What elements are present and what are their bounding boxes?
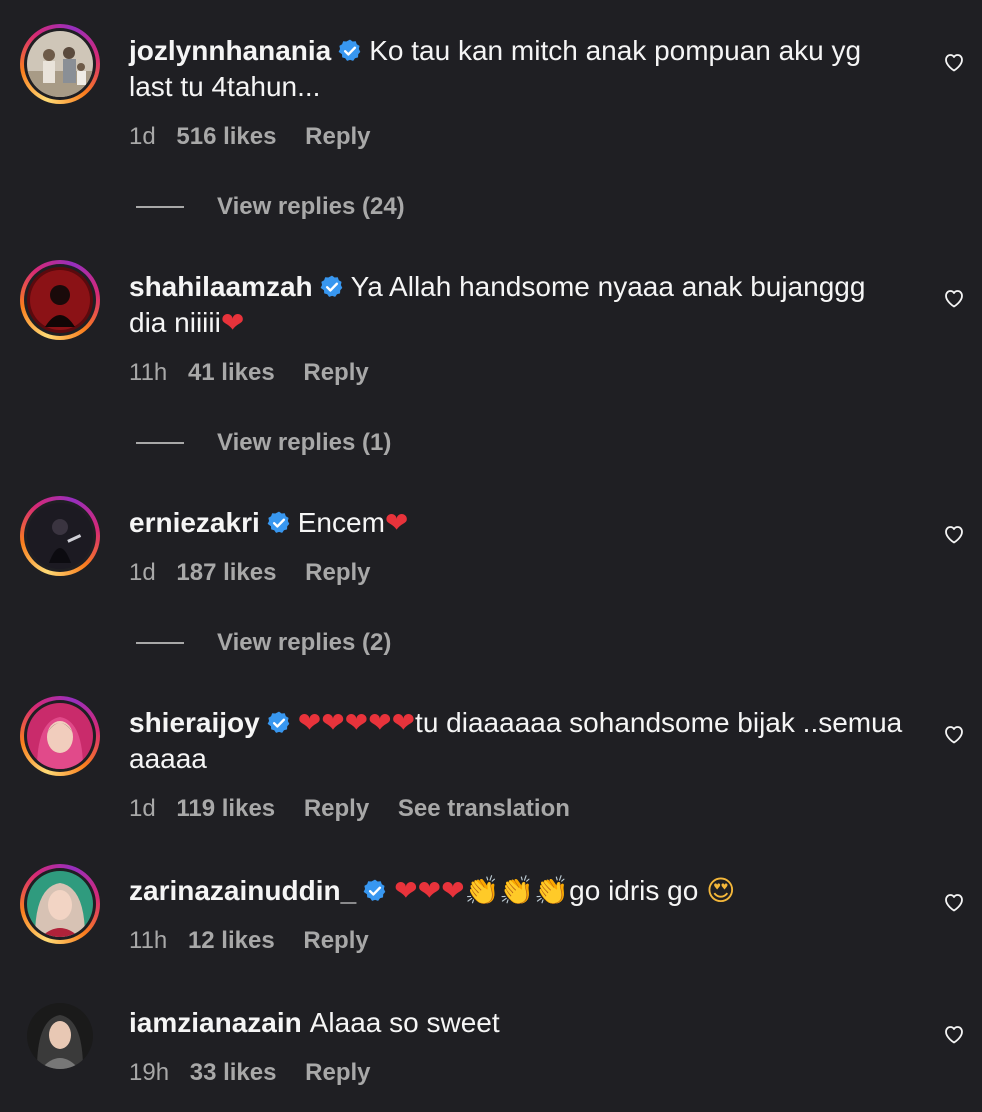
heart-outline-icon[interactable] [942, 890, 966, 914]
view-replies-button[interactable]: View replies (1) [136, 429, 391, 457]
reply-button[interactable]: Reply [304, 795, 369, 822]
comment-username[interactable]: erniezakri [129, 507, 260, 538]
comment-likes[interactable]: 12 likes [188, 927, 275, 954]
comment-time[interactable]: 1d [129, 559, 156, 586]
heart-outline-icon[interactable] [942, 286, 966, 310]
avatar[interactable] [20, 996, 100, 1076]
comment-body: Encem [297, 507, 385, 538]
comment-username[interactable]: shieraijoy [129, 707, 260, 738]
avatar-story-ring[interactable] [20, 496, 100, 576]
view-replies-label: View replies (24) [217, 193, 405, 220]
comment-body: go idris go [569, 875, 699, 906]
comment-username[interactable]: iamzianazain [129, 1007, 302, 1038]
comment-text: erniezakri Encem❤ [129, 505, 909, 541]
replies-divider [136, 442, 184, 444]
heart-eyes-emoji: 😍 [706, 874, 736, 907]
comment-text: zarinazainuddin_ ❤❤❤👏👏👏go idris go 😍 [129, 873, 909, 909]
comment-text: shieraijoy ❤❤❤❤❤tu diaaaaaa sohandsome bi… [129, 705, 909, 777]
avatar-image [27, 1003, 93, 1069]
avatar-story-ring[interactable] [20, 864, 100, 944]
avatar [27, 31, 93, 97]
red-heart-emoji: ❤ [384, 506, 409, 539]
comment-likes[interactable]: 41 likes [188, 359, 275, 386]
comment-username[interactable]: zarinazainuddin_ [129, 875, 356, 906]
red-heart-emoji: ❤❤❤ [394, 874, 465, 907]
reply-button[interactable]: Reply [305, 123, 370, 150]
verified-badge-icon [363, 879, 386, 901]
comment-likes[interactable]: 33 likes [190, 1059, 277, 1086]
comment-body: Alaaa so sweet [309, 1007, 500, 1038]
avatar [27, 871, 93, 937]
verified-badge-icon [267, 511, 290, 533]
comment-likes[interactable]: 187 likes [176, 559, 276, 586]
comment-time[interactable]: 19h [129, 1059, 169, 1086]
comment-meta: 1d 187 likes Reply [129, 559, 393, 587]
verified-badge-icon [267, 711, 290, 733]
comment-username[interactable]: jozlynnhanania [129, 35, 331, 66]
reply-button[interactable]: Reply [303, 927, 368, 954]
avatar [27, 503, 93, 569]
avatar-story-ring[interactable] [20, 260, 100, 340]
comment-meta: 1d 119 likes Reply See translation [129, 795, 570, 823]
comment-username[interactable]: shahilaamzah [129, 271, 313, 302]
avatar [27, 267, 93, 333]
reply-button[interactable]: Reply [305, 1059, 370, 1086]
comment-meta: 11h 41 likes Reply [129, 359, 391, 387]
clapping-hands-emoji: 👏👏👏 [464, 874, 570, 907]
comment-likes[interactable]: 516 likes [176, 123, 276, 150]
avatar [27, 703, 93, 769]
view-replies-button[interactable]: View replies (2) [136, 629, 391, 657]
heart-outline-icon[interactable] [942, 50, 966, 74]
comment-meta: 1d 516 likes Reply [129, 123, 393, 151]
verified-badge-icon [338, 39, 361, 61]
red-heart-emoji: ❤ [220, 306, 245, 339]
comment-text: iamzianazain Alaaa so sweet [129, 1005, 909, 1041]
comment-text: jozlynnhanania Ko tau kan mitch anak pomp… [129, 33, 909, 105]
reply-button[interactable]: Reply [303, 359, 368, 386]
replies-divider [136, 642, 184, 644]
avatar-story-ring[interactable] [20, 24, 100, 104]
comment-text: shahilaamzah Ya Allah handsome nyaaa anak… [129, 269, 909, 341]
avatar-story-ring[interactable] [20, 696, 100, 776]
comment-meta: 19h 33 likes Reply [129, 1059, 393, 1087]
reply-button[interactable]: Reply [305, 559, 370, 586]
heart-outline-icon[interactable] [942, 722, 966, 746]
view-replies-label: View replies (2) [217, 629, 392, 656]
comment-meta: 11h 12 likes Reply [129, 927, 391, 955]
comment-likes[interactable]: 119 likes [176, 795, 275, 822]
heart-outline-icon[interactable] [942, 522, 966, 546]
comment-time[interactable]: 1d [129, 795, 156, 822]
comment-time[interactable]: 11h [129, 927, 167, 954]
see-translation-button[interactable]: See translation [398, 795, 570, 822]
replies-divider [136, 206, 184, 208]
red-heart-emoji: ❤❤❤❤❤ [297, 706, 416, 739]
view-replies-label: View replies (1) [217, 429, 392, 456]
comment-time[interactable]: 1d [129, 123, 156, 150]
comment-time[interactable]: 11h [129, 359, 167, 386]
heart-outline-icon[interactable] [942, 1022, 966, 1046]
verified-badge-icon [320, 275, 342, 297]
view-replies-button[interactable]: View replies (24) [136, 193, 405, 221]
